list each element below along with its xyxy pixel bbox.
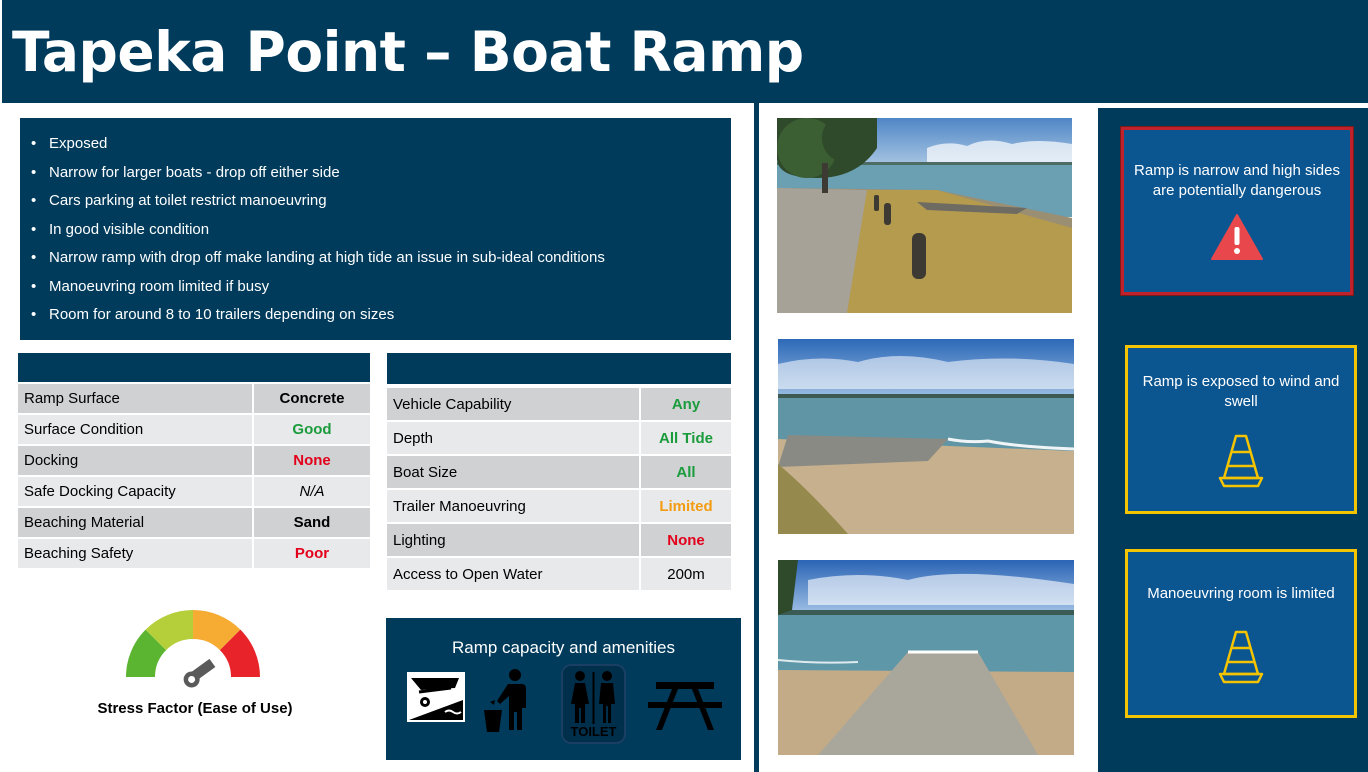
row-label: Docking xyxy=(18,446,252,475)
toilet-label: TOILET xyxy=(570,724,617,739)
hazard-box-exposed: Ramp is exposed to wind and swell xyxy=(1125,345,1357,514)
row-value: None xyxy=(639,524,731,556)
row-value: Limited xyxy=(639,490,731,522)
table-row: Access to Open Water 200m xyxy=(387,558,731,590)
row-value: Sand xyxy=(252,508,370,537)
row-value: All xyxy=(639,456,731,488)
table-row: Boat Size All xyxy=(387,456,731,488)
table-row: Surface Condition Good xyxy=(18,415,370,444)
row-value: All Tide xyxy=(639,422,731,454)
list-item: Room for around 8 to 10 trailers dependi… xyxy=(31,301,711,330)
access-table-header xyxy=(387,353,731,384)
table-row: Ramp Surface Concrete xyxy=(18,384,370,413)
row-value: Any xyxy=(639,388,731,420)
row-label: Lighting xyxy=(387,524,639,556)
features-list: Exposed Narrow for larger boats - drop o… xyxy=(31,130,711,330)
row-label: Surface Condition xyxy=(18,415,252,444)
boat-ramp-icon xyxy=(407,672,465,722)
column-divider xyxy=(754,103,759,772)
table-row: Beaching Material Sand xyxy=(18,508,370,537)
row-value: Concrete xyxy=(252,384,370,413)
row-label: Safe Docking Capacity xyxy=(18,477,252,506)
row-label: Vehicle Capability xyxy=(387,388,639,420)
amenities-title: Ramp capacity and amenities xyxy=(451,638,675,657)
warning-triangle-icon xyxy=(1211,214,1263,260)
row-value: Good xyxy=(252,415,370,444)
hazard-box-manoeuvring: Manoeuvring room is limited xyxy=(1125,549,1357,718)
stress-gauge-label: Stress Factor (Ease of Use) xyxy=(97,700,293,717)
ramp-table-header xyxy=(18,353,370,382)
list-item: Exposed xyxy=(31,130,711,159)
hazard-box-narrow: Ramp is narrow and high sides are potent… xyxy=(1121,127,1353,295)
row-value: Poor xyxy=(252,539,370,568)
traffic-cone-icon xyxy=(1218,630,1264,683)
row-label: Ramp Surface xyxy=(18,384,252,413)
list-item: In good visible condition xyxy=(31,216,711,245)
row-label: Depth xyxy=(387,422,639,454)
list-item: Narrow for larger boats - drop off eithe… xyxy=(31,159,711,188)
hazard-text: Ramp is narrow and high sides are potent… xyxy=(1134,162,1340,199)
row-label: Trailer Manoeuvring xyxy=(387,490,639,522)
row-value: 200m xyxy=(639,558,731,590)
ramp-photo-shore xyxy=(778,339,1074,534)
page-title: Tapeka Point – Boat Ramp xyxy=(12,20,804,84)
table-row: Vehicle Capability Any xyxy=(387,388,731,420)
toilet-icon: TOILET xyxy=(561,664,626,744)
gauge-icon xyxy=(125,610,261,688)
hazard-text: Ramp is exposed to wind and swell xyxy=(1142,372,1340,410)
ramp-photo-path xyxy=(777,118,1072,313)
row-value: None xyxy=(252,446,370,475)
hazard-text: Manoeuvring room is limited xyxy=(1147,584,1335,602)
list-item: Cars parking at toilet restrict manoeuvr… xyxy=(31,187,711,216)
row-label: Beaching Safety xyxy=(18,539,252,568)
ramp-photo-slipway xyxy=(778,560,1074,755)
table-row: Depth All Tide xyxy=(387,422,731,454)
list-item: Manoeuvring room limited if busy xyxy=(31,273,711,302)
table-row: Trailer Manoeuvring Limited xyxy=(387,490,731,522)
features-list-panel: Exposed Narrow for larger boats - drop o… xyxy=(20,118,731,340)
table-row: Lighting None xyxy=(387,524,731,556)
picnic-table-icon xyxy=(648,680,722,732)
litter-bin-icon xyxy=(482,666,534,732)
table-row: Safe Docking Capacity N/A xyxy=(18,477,370,506)
list-item: Narrow ramp with drop off make landing a… xyxy=(31,244,711,273)
gauge-needle xyxy=(183,658,216,688)
table-row: Beaching Safety Poor xyxy=(18,539,370,568)
row-label: Boat Size xyxy=(387,456,639,488)
row-label: Beaching Material xyxy=(18,508,252,537)
ramp-spec-table: Ramp Surface Concrete Surface Condition Go… xyxy=(18,382,370,570)
row-value: N/A xyxy=(252,477,370,506)
access-spec-table: Vehicle Capability Any Depth All Tide Boat… xyxy=(387,386,731,592)
row-label: Access to Open Water xyxy=(387,558,639,590)
table-row: Docking None xyxy=(18,446,370,475)
traffic-cone-icon xyxy=(1218,434,1264,487)
